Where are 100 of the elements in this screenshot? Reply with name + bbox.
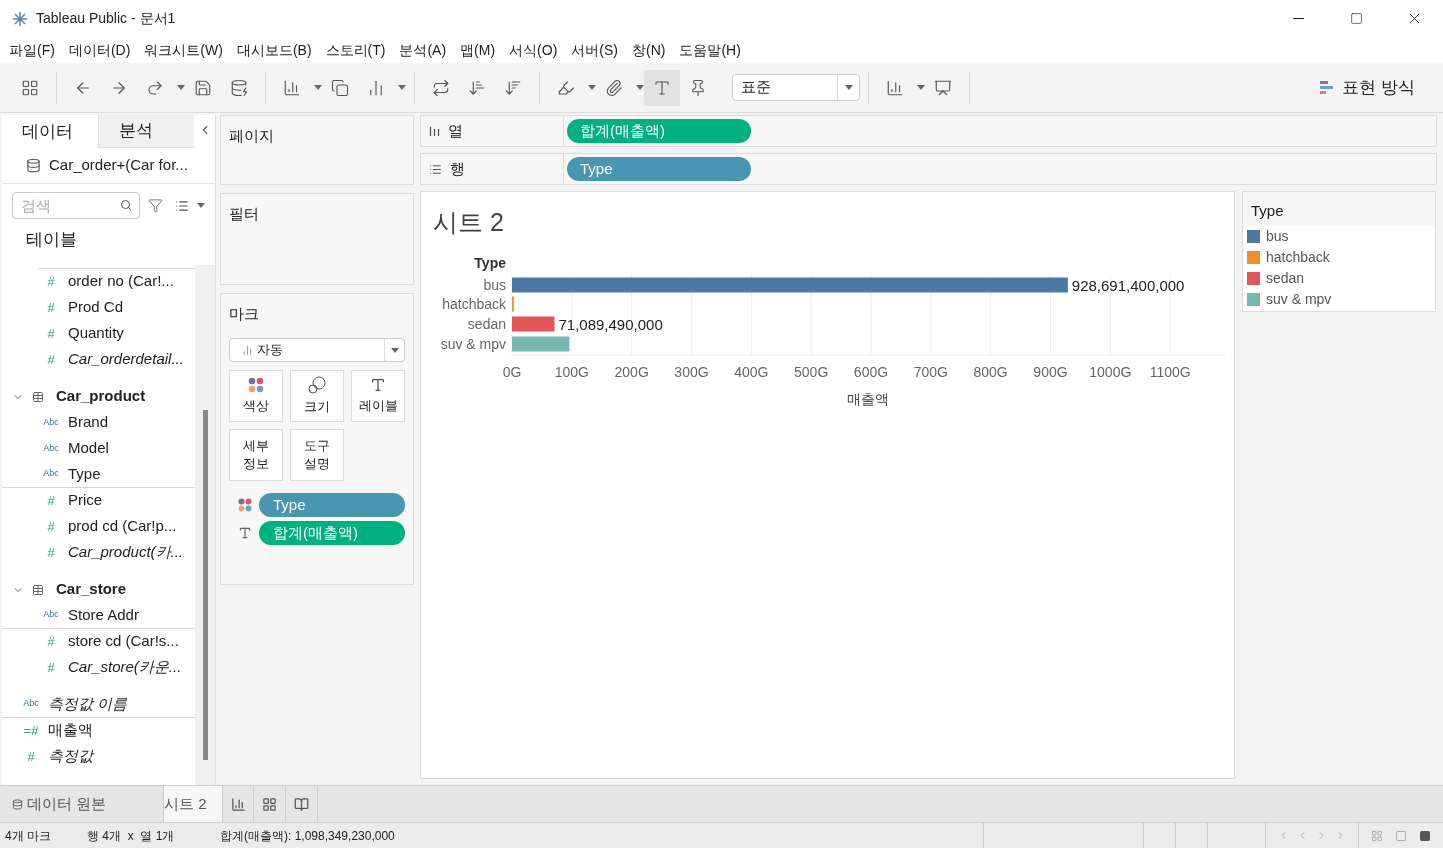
show-me-button[interactable]: 표현 방식 — [1320, 74, 1415, 101]
field-item[interactable]: Model — [68, 437, 113, 460]
color-dots-icon — [248, 377, 264, 393]
search-field[interactable]: 검색 — [12, 192, 140, 219]
category-label: bus — [483, 276, 506, 293]
caret-icon[interactable] — [398, 85, 406, 90]
menu-item[interactable]: 분석(A) — [392, 39, 454, 61]
tick-label: 300G — [674, 363, 709, 380]
rows-icon — [429, 162, 442, 176]
table-name[interactable]: Car_store — [56, 578, 127, 601]
field-item[interactable]: Type — [68, 462, 105, 486]
field-type-icon: # — [27, 746, 35, 767]
text-label-icon — [238, 526, 252, 540]
caret-icon[interactable] — [588, 85, 596, 90]
value-label: 928,691,400,000 — [1071, 276, 1185, 294]
card-title: 페이지 — [229, 127, 274, 144]
field-item[interactable]: order no (Car!... — [68, 270, 178, 293]
mark-property-button[interactable]: 레이블 — [351, 370, 405, 422]
filter-icon[interactable] — [148, 198, 163, 213]
field-item[interactable]: Car_product(카... — [68, 541, 188, 564]
presentation-icon — [934, 78, 952, 97]
legend-label: hatchback — [1266, 248, 1330, 267]
field-type-icon: # — [47, 297, 55, 318]
field-type-icon: # — [47, 631, 55, 652]
field-item[interactable]: Quantity — [68, 322, 128, 345]
mark-type-dropdown[interactable]: 자동 — [229, 338, 405, 362]
field-item[interactable]: 매출액 — [48, 719, 97, 742]
table-icon — [32, 583, 44, 596]
axis-title: 매출액 — [847, 390, 889, 407]
category-label: sedan — [467, 315, 506, 332]
field-item[interactable]: Store Addr — [68, 603, 143, 627]
table-name[interactable]: Car_product — [56, 385, 146, 408]
color-dots-icon — [238, 498, 252, 512]
new-data-source-icon — [230, 78, 248, 97]
app-logo-icon — [12, 10, 28, 27]
menu-item[interactable]: 데이터(D) — [61, 39, 138, 61]
caret-icon[interactable] — [844, 85, 853, 90]
tables-heading: 테이블 — [25, 229, 78, 251]
field-item[interactable]: 측정값 — [48, 745, 97, 768]
field-type-icon: # — [47, 271, 55, 292]
bar-chart-icon — [242, 344, 253, 356]
text-label-icon — [370, 377, 386, 393]
menu-item[interactable]: 도움말(H) — [672, 39, 748, 61]
tick-label: 1100G — [1149, 363, 1191, 380]
caret-icon[interactable] — [314, 85, 322, 90]
mark-property-button[interactable]: 도구 설명 — [290, 429, 344, 481]
duplicate-icon — [331, 78, 349, 97]
data-source-name[interactable]: Car_order+(Car for... — [49, 154, 188, 177]
fit-dropdown[interactable]: 표준 — [732, 74, 860, 101]
field-type-icon: Abc — [43, 415, 59, 430]
tick-label: 800G — [973, 363, 1008, 380]
caret-icon[interactable] — [197, 203, 205, 208]
legend-label: suv & mpv — [1266, 290, 1332, 309]
field-type-icon: # — [47, 349, 55, 370]
field-item[interactable]: 측정값 이름 — [48, 692, 132, 716]
menu-item[interactable]: 워크시트(W) — [137, 39, 230, 61]
sheet-tab[interactable]: 시트 2 — [164, 786, 222, 822]
caret-icon[interactable] — [390, 347, 399, 353]
caret-icon[interactable] — [177, 85, 185, 90]
list-view-icon[interactable] — [175, 198, 189, 213]
field-item[interactable]: Brand — [68, 411, 113, 434]
field-item[interactable]: store cd (Car!s... — [68, 630, 183, 653]
menu-item[interactable]: 창(N) — [625, 39, 673, 61]
columns-icon — [429, 125, 440, 137]
field-item[interactable]: Prod Cd — [68, 296, 128, 319]
menu-item[interactable]: 서버(S) — [564, 39, 625, 61]
new-story-icon — [294, 796, 309, 812]
menu-item[interactable]: 맵(M) — [453, 39, 503, 61]
axis-header: Type — [474, 254, 506, 271]
legend-title: Type — [1243, 192, 1435, 226]
pane-tab[interactable]: 분석 — [98, 115, 194, 148]
single-view-icon[interactable] — [1419, 829, 1431, 842]
scrollbar-thumb[interactable] — [202, 409, 208, 760]
menu-item[interactable]: 스토리(T) — [318, 39, 393, 61]
field-item[interactable]: Price — [68, 489, 107, 512]
swap-icon — [432, 78, 450, 97]
field-item[interactable]: prod cd (Car!p... — [68, 515, 181, 538]
show-me-icon — [1320, 79, 1335, 96]
field-item[interactable]: Car_store(카운... — [68, 656, 186, 679]
tick-label: 0G — [502, 363, 522, 380]
save-icon — [194, 78, 212, 97]
mark-property-button[interactable]: 크기 — [290, 370, 344, 422]
field-type-icon: Abc — [43, 441, 59, 456]
new-worksheet-icon — [230, 796, 246, 812]
menu-item[interactable]: 파일(F) — [2, 39, 62, 61]
text-label-icon — [653, 78, 671, 97]
caret-icon[interactable] — [636, 85, 644, 90]
caret-icon[interactable] — [917, 85, 925, 90]
field-item[interactable]: Car_orderdetail... — [68, 348, 188, 371]
text-label-button[interactable] — [644, 69, 680, 106]
redo-icon — [146, 78, 164, 97]
shelf-label: 열 — [448, 120, 463, 141]
menu-item[interactable]: 대시보드(B) — [229, 39, 319, 61]
mark-property-button[interactable]: 세부 정보 — [229, 429, 283, 481]
data-source-icon — [26, 158, 41, 173]
mark-property-button[interactable]: 색상 — [229, 370, 283, 422]
marks-count: 4개 마크 — [5, 827, 52, 845]
tick-label: 100G — [554, 363, 589, 380]
menu-item[interactable]: 서식(O) — [502, 39, 565, 61]
window-title: Tableau Public - 문서1 — [36, 9, 176, 28]
